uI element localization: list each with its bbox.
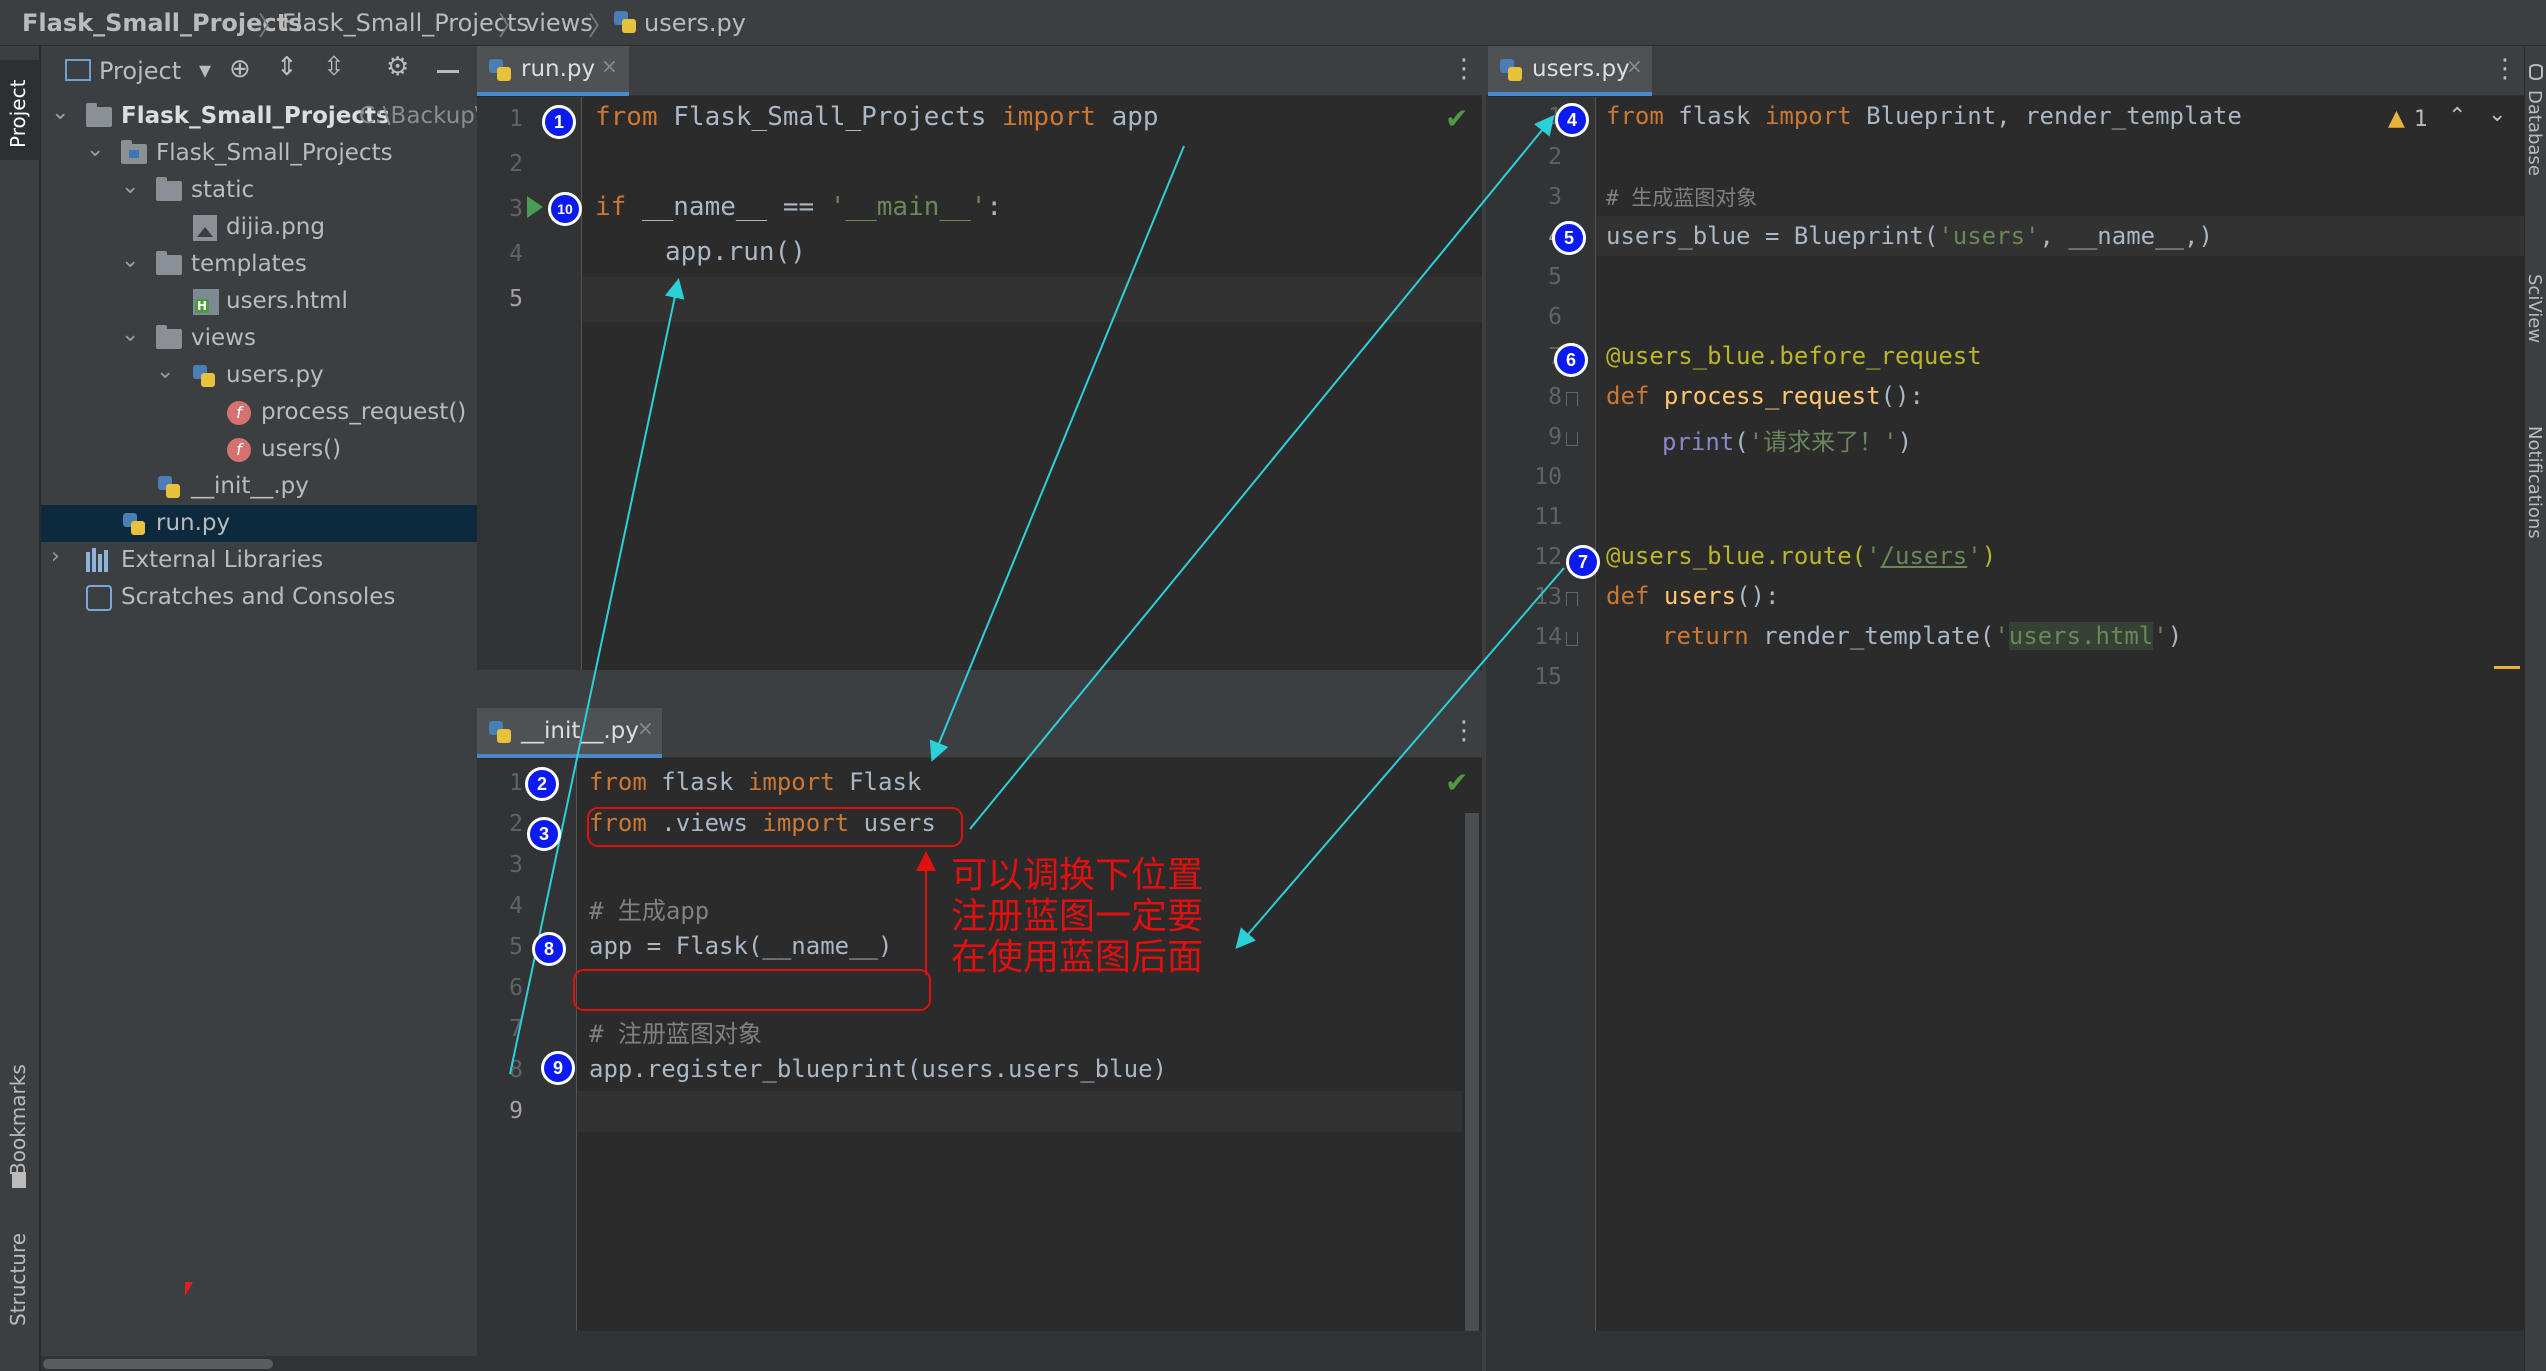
step-badge-6: 6 [1554,343,1588,377]
annotation-note-line: 可以调换下位置 [951,855,1204,896]
annotation-note-line: 注册蓝图一定要 [951,896,1204,937]
step-badge-8: 8 [532,932,566,966]
arrow-init-to-users [969,114,1555,830]
highlight-box-empty-line [573,969,931,1011]
annotation-note-line: 在使用蓝图后面 [951,937,1204,978]
step-badge-1: 1 [542,105,576,139]
arrow-run-to-init [929,145,1185,762]
arrow-route-to-register [1235,567,1565,950]
annotation-arrows [509,114,1565,1075]
highlight-box-import-line [587,807,963,847]
step-badge-2: 2 [525,767,559,801]
annotation-note: 可以调换下位置 注册蓝图一定要 在使用蓝图后面 [951,855,1203,978]
step-badge-9: 9 [541,1051,575,1085]
step-badge-10: 10 [548,192,582,226]
step-badge-3: 3 [527,817,561,851]
step-badge-4: 4 [1555,103,1589,137]
step-badge-7: 7 [1566,545,1600,579]
step-badge-5: 5 [1552,221,1586,255]
